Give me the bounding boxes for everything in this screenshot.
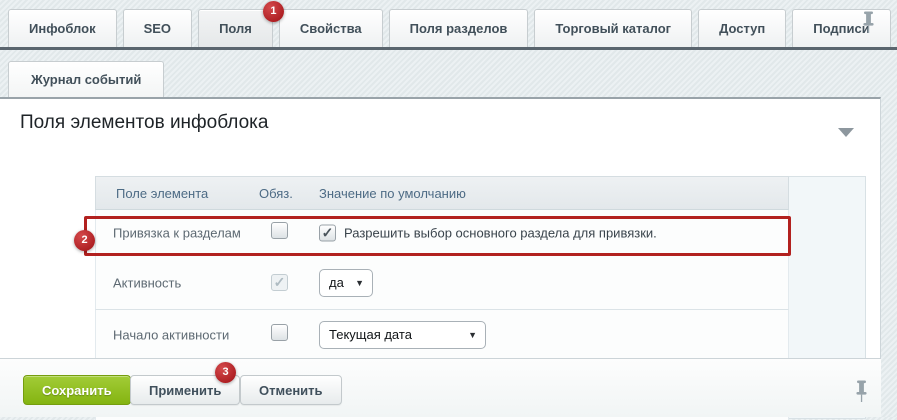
column-header-required: Обяз. (259, 186, 293, 201)
tab-label: SEO (144, 21, 171, 36)
tab-label: Доступ (719, 21, 765, 36)
column-header-default-value: Значение по умолчанию (319, 186, 466, 201)
tab-trade-catalog[interactable]: Торговый каталог (534, 9, 692, 47)
tab-properties[interactable]: Свойства (279, 9, 383, 47)
checkbox-caption: Разрешить выбор основного раздела для пр… (344, 225, 657, 240)
activity-start-select[interactable]: Текущая дата ▼ (319, 321, 486, 349)
main-tab-bar: Инфоблок SEO Поля 1 Свойства Поля раздел… (0, 0, 897, 47)
required-checkbox[interactable] (271, 222, 288, 239)
required-checkbox[interactable] (271, 324, 288, 341)
collapse-section-icon[interactable] (838, 128, 854, 137)
field-label: Привязка к разделам (113, 225, 241, 240)
table-row-activity-start: Начало активности Текущая дата ▼ (95, 310, 789, 360)
main-tabs: Инфоблок SEO Поля 1 Свойства Поля раздел… (8, 9, 891, 47)
table-header-row: Поле элемента Обяз. Значение по умолчани… (95, 176, 789, 210)
field-label: Начало активности (113, 327, 229, 342)
cancel-button[interactable]: Отменить (240, 375, 342, 405)
tab-label: Свойства (300, 21, 362, 36)
tab-label: Поля (219, 21, 252, 36)
annotation-badge-3: 3 (215, 362, 236, 383)
tab-seo[interactable]: SEO (123, 9, 192, 47)
save-button[interactable]: Сохранить (23, 375, 131, 405)
secondary-tab-bar: Журнал событий (0, 50, 897, 97)
action-bar: Сохранить Применить 3 Отменить (0, 358, 881, 417)
pin-icon[interactable] (854, 380, 869, 403)
annotation-badge-2: 2 (74, 230, 95, 251)
annotation-badge-1: 1 (263, 1, 284, 22)
tab-label: Поля разделов (410, 21, 508, 36)
required-checkbox-disabled (271, 274, 288, 291)
tab-label: Торговый каталог (555, 21, 671, 36)
table-row-section-binding: Привязка к разделам Разрешить выбор осно… (95, 210, 789, 256)
caret-down-icon: ▼ (355, 278, 364, 288)
activity-select[interactable]: да ▼ (319, 269, 373, 297)
tab-infoblock[interactable]: Инфоблок (8, 9, 117, 47)
allow-main-section-checkbox[interactable] (319, 224, 336, 241)
caret-down-icon: ▼ (468, 330, 477, 340)
pin-icon[interactable] (861, 11, 876, 34)
tab-event-log[interactable]: Журнал событий (8, 61, 164, 97)
field-label: Активность (113, 275, 181, 290)
tab-fields[interactable]: Поля 1 (198, 9, 273, 47)
tab-section-fields[interactable]: Поля разделов (389, 9, 529, 47)
select-value: Текущая дата (329, 327, 412, 342)
table-row-activity: Активность да ▼ (95, 256, 789, 310)
tab-access[interactable]: Доступ (698, 9, 786, 47)
column-header-field: Поле элемента (116, 186, 208, 201)
page-title: Поля элементов инфоблока (20, 112, 268, 134)
tab-label: Журнал событий (31, 72, 141, 87)
tab-label: Инфоблок (29, 21, 96, 36)
select-value: да (329, 275, 344, 290)
